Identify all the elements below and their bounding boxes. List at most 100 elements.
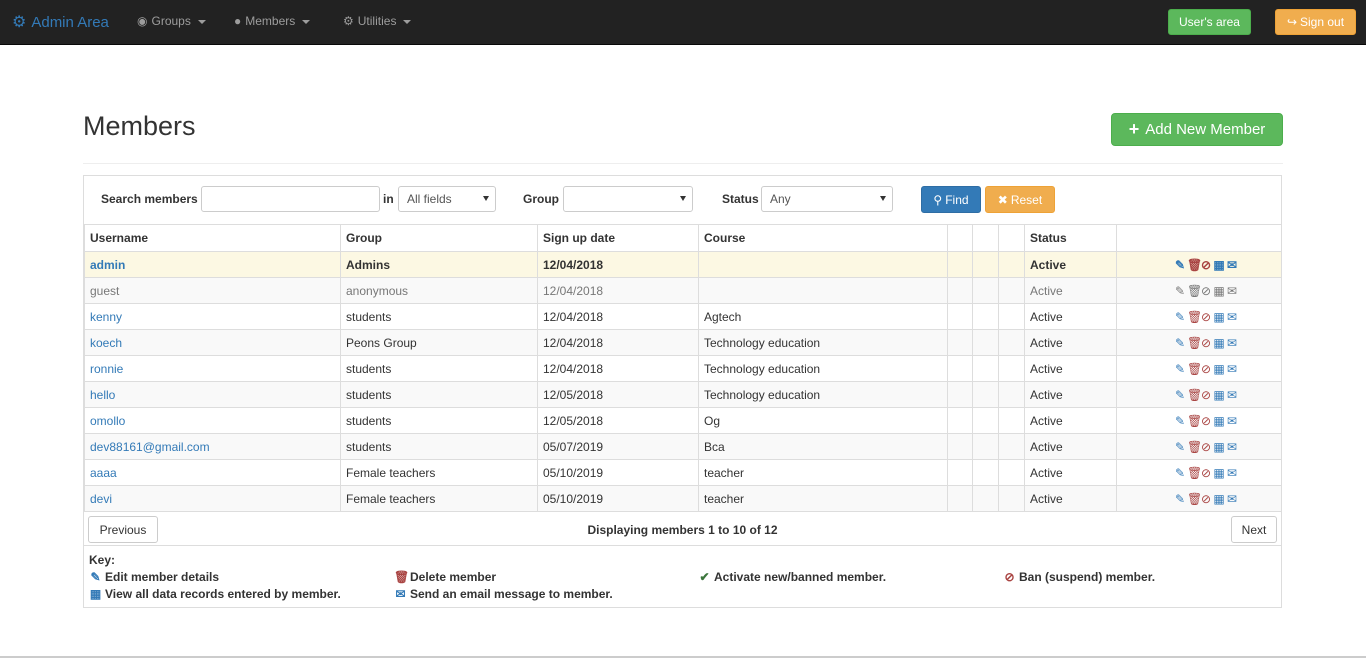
- ban-icon[interactable]: ⊘: [1200, 414, 1213, 428]
- ban-icon[interactable]: ⊘: [1200, 336, 1213, 350]
- pencil-icon[interactable]: ✎: [1174, 284, 1187, 298]
- users-area-button[interactable]: User's area: [1168, 9, 1251, 35]
- pencil-icon[interactable]: ✎: [1174, 258, 1187, 272]
- trash-icon[interactable]: 🗑: [1187, 440, 1202, 454]
- signup-date-cell: 12/04/2018: [537, 355, 699, 382]
- grid-icon[interactable]: ▦: [1213, 336, 1226, 350]
- search-members-label: Search members: [101, 192, 198, 206]
- col-status[interactable]: Status: [1024, 224, 1117, 252]
- grid-icon[interactable]: ▦: [1213, 284, 1226, 298]
- trash-icon[interactable]: 🗑: [1187, 310, 1202, 324]
- course-cell: Bca: [698, 433, 948, 460]
- blank-cell: [972, 407, 999, 434]
- blank-cell: [972, 485, 999, 512]
- username-cell[interactable]: omollo: [84, 407, 341, 434]
- pencil-icon[interactable]: ✎: [1174, 466, 1187, 480]
- signup-date-cell: 12/04/2018: [537, 303, 699, 330]
- trash-icon[interactable]: 🗑: [1187, 492, 1202, 506]
- grid-icon[interactable]: ▦: [1213, 258, 1226, 272]
- ban-icon[interactable]: ⊘: [1200, 362, 1213, 376]
- envelope-icon[interactable]: ✉: [1226, 258, 1239, 272]
- ban-icon[interactable]: ⊘: [1200, 466, 1213, 480]
- grid-icon[interactable]: ▦: [1213, 492, 1226, 506]
- reset-button[interactable]: ✖ Reset: [985, 186, 1055, 213]
- next-button[interactable]: Next: [1231, 516, 1277, 543]
- col-group[interactable]: Group: [340, 224, 538, 252]
- group-cell: Admins: [340, 251, 538, 278]
- status-cell: Active: [1024, 433, 1117, 460]
- envelope-icon[interactable]: ✉: [1226, 310, 1239, 324]
- pencil-icon[interactable]: ✎: [1174, 336, 1187, 350]
- search-input[interactable]: [201, 186, 380, 212]
- status-cell: Active: [1024, 251, 1117, 278]
- field-select[interactable]: All fields: [398, 186, 496, 212]
- username-cell[interactable]: admin: [84, 251, 341, 278]
- username-cell[interactable]: koech: [84, 329, 341, 356]
- group-select[interactable]: [563, 186, 693, 212]
- ban-icon[interactable]: ⊘: [1200, 258, 1213, 272]
- envelope-icon[interactable]: ✉: [1226, 466, 1239, 480]
- grid-icon[interactable]: ▦: [1213, 362, 1226, 376]
- col-signup-date[interactable]: Sign up date: [537, 224, 699, 252]
- trash-icon[interactable]: 🗑: [1187, 466, 1202, 480]
- ban-icon[interactable]: ⊘: [1200, 388, 1213, 402]
- username-cell[interactable]: devi: [84, 485, 341, 512]
- menu-members[interactable]: ● Members: [234, 14, 311, 28]
- key-delete-label: Delete member: [410, 570, 497, 584]
- grid-icon[interactable]: ▦: [1213, 388, 1226, 402]
- col-username[interactable]: Username: [84, 224, 341, 252]
- grid-icon[interactable]: ▦: [1213, 414, 1226, 428]
- key-activate-label: Activate new/banned member.: [714, 570, 887, 584]
- find-button[interactable]: ⚲ Find: [921, 186, 981, 213]
- group-cell: students: [340, 381, 538, 408]
- trash-icon[interactable]: 🗑: [1187, 414, 1202, 428]
- envelope-icon[interactable]: ✉: [1226, 284, 1239, 298]
- actions-cell: ✎🗑⊘▦✉: [1116, 485, 1282, 512]
- envelope-icon[interactable]: ✉: [1226, 336, 1239, 350]
- trash-icon[interactable]: 🗑: [1187, 362, 1202, 376]
- pencil-icon[interactable]: ✎: [1174, 492, 1187, 506]
- in-label: in: [383, 192, 394, 206]
- table-row: ronnie students 12/04/2018 Technology educa…: [84, 355, 1282, 382]
- ban-icon[interactable]: ⊘: [1200, 440, 1213, 454]
- envelope-icon[interactable]: ✉: [1226, 440, 1239, 454]
- grid-icon[interactable]: ▦: [1213, 466, 1226, 480]
- add-new-member-button[interactable]: + Add New Member: [1111, 113, 1283, 146]
- grid-icon[interactable]: ▦: [1213, 310, 1226, 324]
- menu-groups[interactable]: ◉ Groups: [137, 14, 206, 28]
- trash-icon[interactable]: 🗑: [1187, 336, 1202, 350]
- trash-icon[interactable]: 🗑: [1187, 284, 1202, 298]
- envelope-icon[interactable]: ✉: [1226, 492, 1239, 506]
- pencil-icon[interactable]: ✎: [1174, 440, 1187, 454]
- menu-utilities[interactable]: ⚙ Utilities: [343, 14, 412, 28]
- table-row: guest anonymous 12/04/2018 Active ✎🗑⊘▦✉: [84, 277, 1282, 304]
- envelope-icon[interactable]: ✉: [1226, 362, 1239, 376]
- blank-cell: [947, 355, 973, 382]
- username-cell[interactable]: ronnie: [84, 355, 341, 382]
- ban-icon[interactable]: ⊘: [1200, 492, 1213, 506]
- status-select[interactable]: Any: [761, 186, 893, 212]
- envelope-icon[interactable]: ✉: [1226, 388, 1239, 402]
- pencil-icon[interactable]: ✎: [1174, 388, 1187, 402]
- ban-icon[interactable]: ⊘: [1200, 284, 1213, 298]
- pager-status: Displaying members 1 to 10 of 12: [587, 523, 778, 537]
- pencil-icon: ✎: [90, 570, 101, 584]
- envelope-icon[interactable]: ✉: [1226, 414, 1239, 428]
- username-cell[interactable]: dev88161@gmail.com: [84, 433, 341, 460]
- blank-cell: [947, 251, 973, 278]
- ban-icon[interactable]: ⊘: [1200, 310, 1213, 324]
- trash-icon[interactable]: 🗑: [1187, 258, 1202, 272]
- sign-out-button[interactable]: ↪ Sign out: [1275, 9, 1356, 35]
- status-cell: Active: [1024, 303, 1117, 330]
- grid-icon[interactable]: ▦: [1213, 440, 1226, 454]
- trash-icon[interactable]: 🗑: [1187, 388, 1202, 402]
- pencil-icon[interactable]: ✎: [1174, 310, 1187, 324]
- username-cell[interactable]: aaaa: [84, 459, 341, 486]
- brand-link[interactable]: ⚙ Admin Area: [12, 12, 109, 32]
- table-row: devi Female teachers 05/10/2019 teacher Acti…: [84, 485, 1282, 512]
- col-course[interactable]: Course: [698, 224, 948, 252]
- pencil-icon[interactable]: ✎: [1174, 414, 1187, 428]
- username-cell[interactable]: kenny: [84, 303, 341, 330]
- username-cell[interactable]: hello: [84, 381, 341, 408]
- pencil-icon[interactable]: ✎: [1174, 362, 1187, 376]
